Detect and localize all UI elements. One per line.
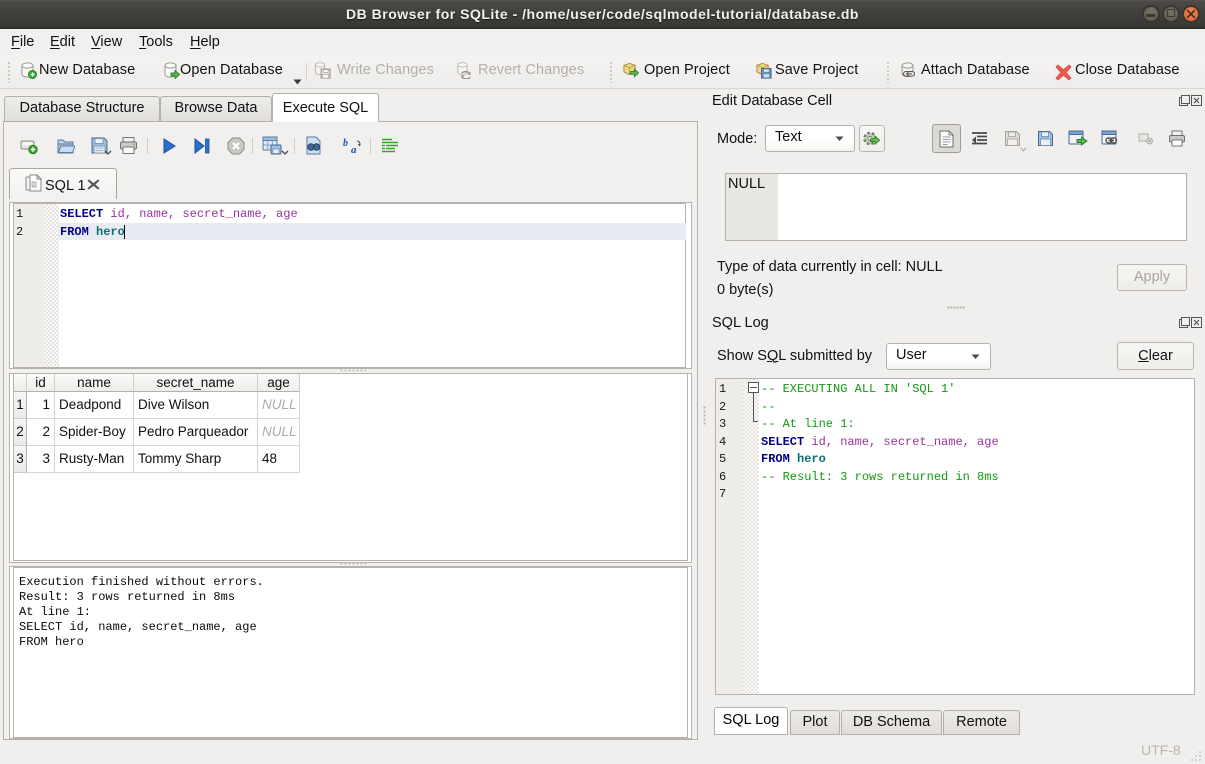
svg-text:b: b (343, 138, 348, 149)
svg-text:a: a (351, 144, 357, 155)
